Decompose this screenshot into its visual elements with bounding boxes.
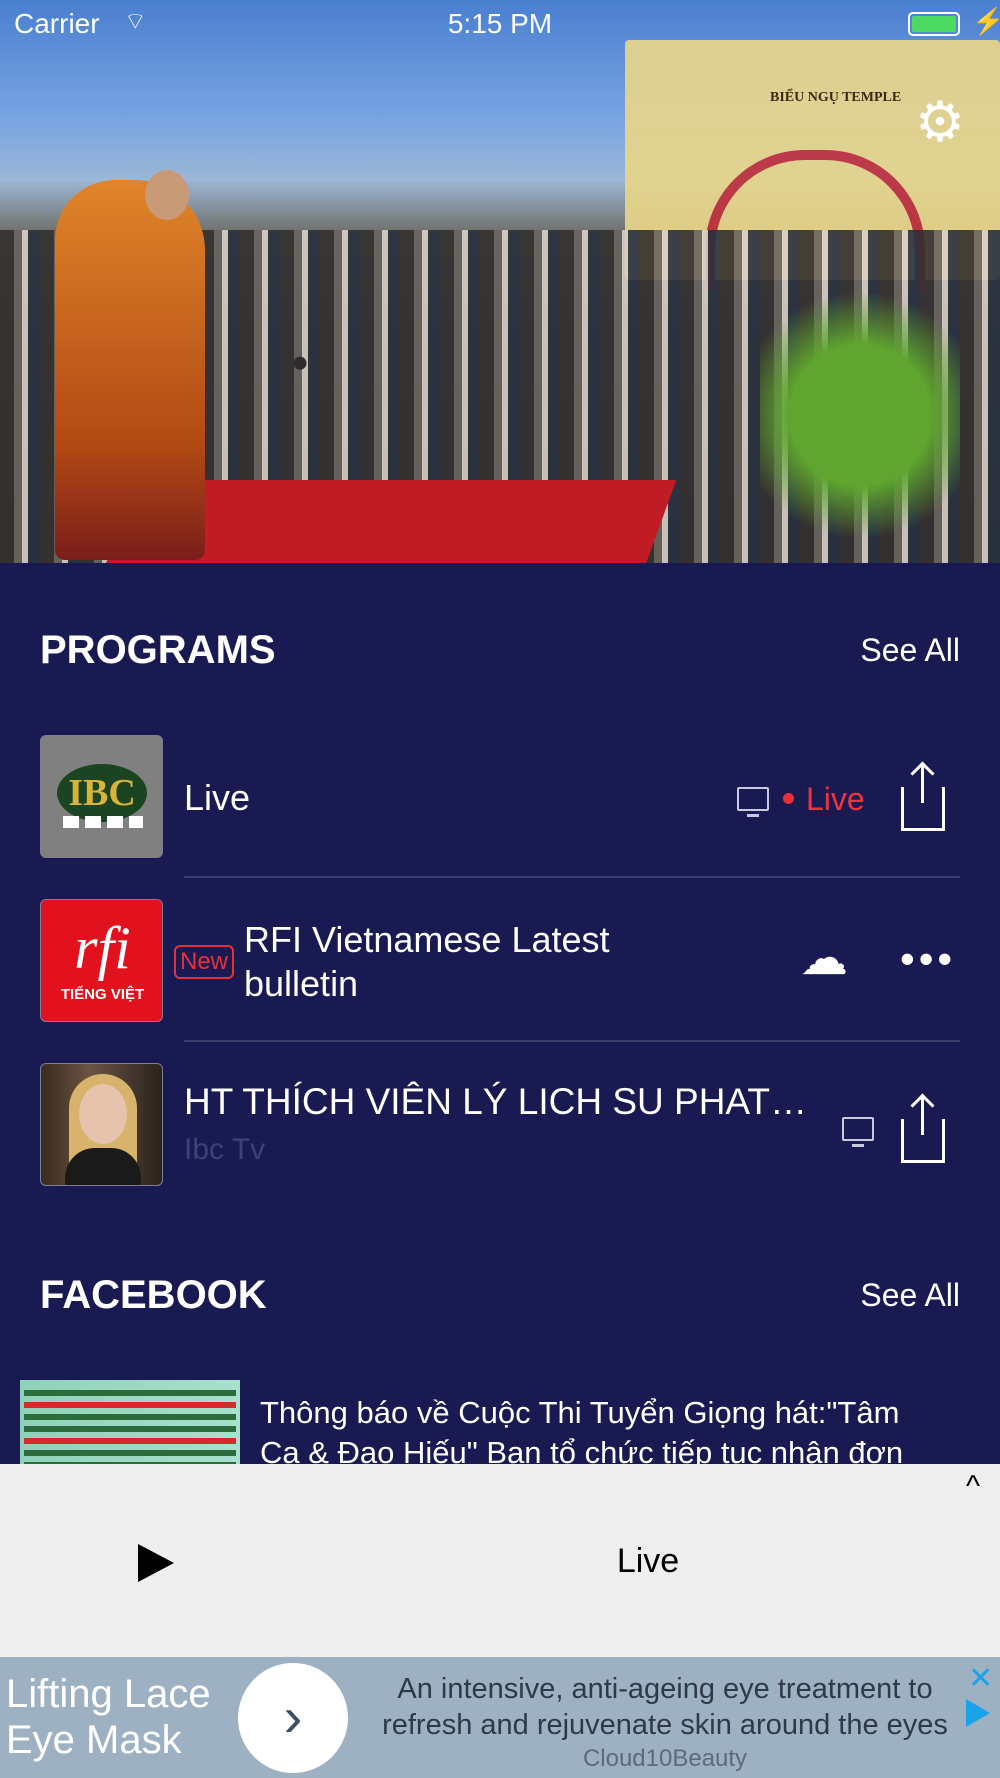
ibc-logo-text: IBC <box>57 764 147 822</box>
program-title: Live <box>184 777 251 818</box>
ibc-logo-thumbnail: IBC <box>40 735 163 858</box>
ad-body-text: An intensive, anti-ageing eye treatment … <box>382 1673 948 1741</box>
thumb-text-line <box>24 1426 236 1432</box>
share-icon[interactable] <box>901 765 945 831</box>
more-options-icon[interactable]: ••• <box>900 938 956 980</box>
rfi-logo-subtitle: TIẾNG VIỆT <box>60 986 145 1003</box>
player-title: Live <box>616 1542 680 1580</box>
ad-close-icon[interactable]: ✕ <box>968 1661 993 1696</box>
gate-sign: BIỂU NGỤ TEMPLE <box>770 90 902 105</box>
live-indicator-dot <box>783 793 794 804</box>
status-bar: Carrier ⌔ 5:15 PM ⚡ <box>0 0 1000 50</box>
hero-banner-image: BIỂU NGỤ TEMPLE <box>0 0 1000 563</box>
programs-header: PROGRAMS See All <box>40 628 960 678</box>
ad-arrow-button[interactable]: › <box>238 1663 348 1773</box>
ad-banner[interactable]: Lifting Lace Eye Mask › An intensive, an… <box>0 1657 1000 1778</box>
ibc-logo-bar <box>63 816 143 828</box>
thumb-text-line <box>24 1414 236 1420</box>
thumbnail-person-face <box>79 1084 127 1144</box>
facebook-header: FACEBOOK See All <box>40 1273 960 1323</box>
divider <box>184 1040 960 1042</box>
chevron-up-icon[interactable]: ^ <box>966 1470 980 1504</box>
mini-player[interactable]: ^ Live <box>0 1464 1000 1657</box>
program-row-live[interactable]: IBC Live Live <box>40 735 960 860</box>
thumb-text-line <box>24 1402 236 1408</box>
battery-icon <box>908 12 960 36</box>
program-title: HT THÍCH VIÊN LÝ LICH SU PHAT… <box>184 1081 807 1122</box>
thumb-text-line <box>24 1438 236 1444</box>
program-subtitle: Ibc Tv <box>184 1133 266 1166</box>
thumb-text-line <box>24 1390 236 1396</box>
clock: 5:15 PM <box>447 8 553 39</box>
tv-icon <box>842 1117 874 1147</box>
thumbnail-person-shirt <box>65 1148 141 1185</box>
download-cloud-icon[interactable]: ☁ <box>800 935 848 983</box>
thumb-text-line <box>24 1450 236 1456</box>
program-title-line1: RFI Vietnamese Latest <box>244 919 610 960</box>
rfi-logo-thumbnail: rfi TIẾNG VIỆT <box>40 899 163 1022</box>
new-badge: New <box>174 945 235 979</box>
monk-figure <box>55 180 205 560</box>
share-icon[interactable] <box>901 1097 945 1163</box>
rfi-logo-text: rfi <box>74 915 131 981</box>
facebook-post-text[interactable]: Thông báo về Cuộc Thi Tuyển Giọng hát:"T… <box>260 1393 990 1473</box>
ad-choices-icon[interactable] <box>966 1699 990 1727</box>
programs-see-all-button[interactable]: See All <box>860 632 960 669</box>
monk-head <box>145 170 189 220</box>
facebook-see-all-button[interactable]: See All <box>860 1277 960 1314</box>
program-row-rfi[interactable]: rfi TIẾNG VIỆT New RFI Vietnamese Latest… <box>40 899 960 1024</box>
tv-icon <box>737 787 769 817</box>
charging-icon: ⚡ <box>972 6 1000 36</box>
gear-icon[interactable]: ⚙ <box>910 92 970 152</box>
facebook-title: FACEBOOK <box>40 1273 267 1317</box>
program-row-ht-thich-vien-ly[interactable]: HT THÍCH VIÊN LÝ LICH SU PHAT… Ibc Tv <box>40 1063 960 1188</box>
programs-title: PROGRAMS <box>40 628 276 672</box>
divider <box>184 876 960 878</box>
flowers <box>760 270 960 560</box>
ad-brand: Cloud10Beauty <box>582 1745 748 1772</box>
facebook-post-line1: Thông báo về Cuộc Thi Tuyển Giọng hát:"T… <box>260 1395 900 1430</box>
program-title-line2: bulletin <box>244 963 359 1004</box>
live-status-label: Live <box>806 781 865 817</box>
ad-headline: Lifting Lace Eye Mask <box>6 1672 211 1762</box>
video-thumbnail <box>40 1063 163 1186</box>
